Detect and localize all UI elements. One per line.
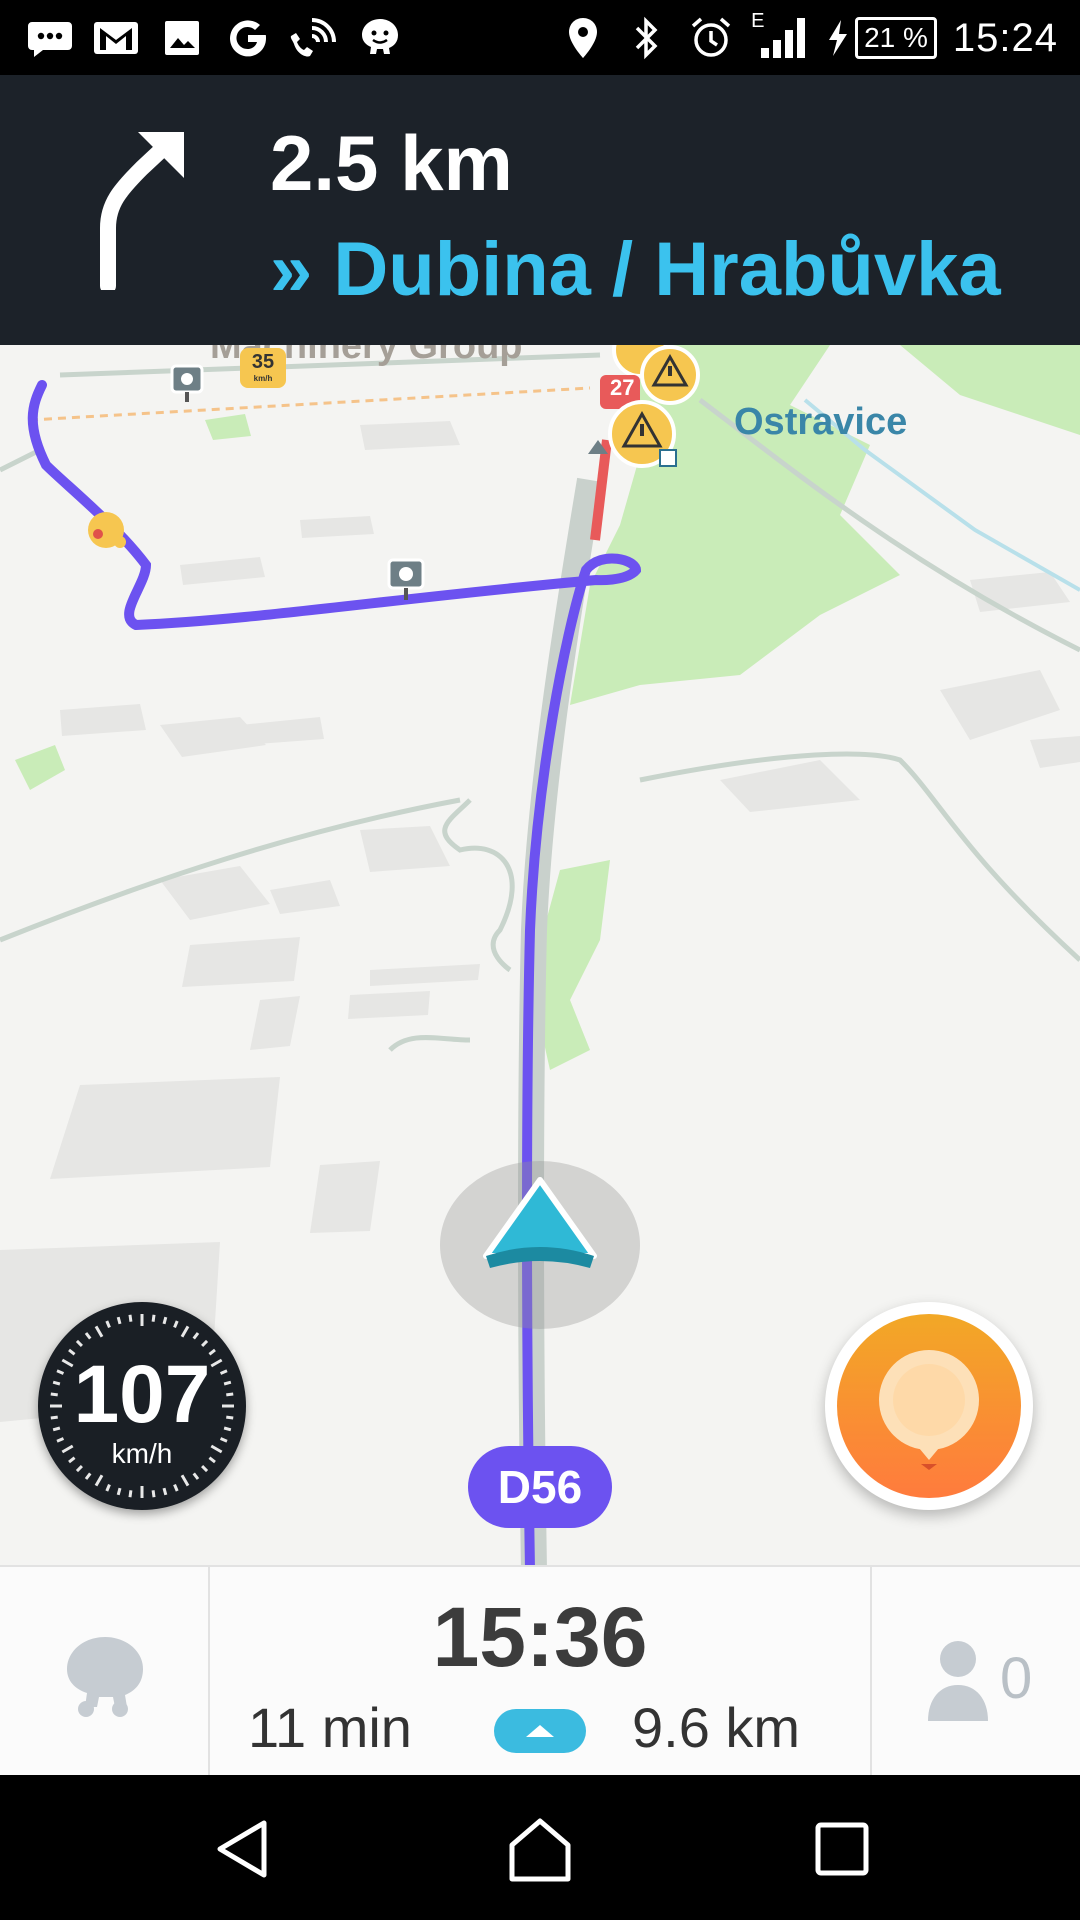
turn-right-icon [100, 110, 184, 290]
speed-unit: km/h [111, 1438, 173, 1469]
speedometer-tick [192, 1472, 200, 1480]
hazard-report-icon[interactable] [640, 345, 700, 405]
chevron-up-icon [526, 1725, 554, 1737]
speedometer[interactable]: 107 km/h [38, 1302, 246, 1510]
speedometer-tick [84, 1472, 92, 1480]
next-street-name: » Dubina / Hrabůvka [270, 227, 1001, 312]
speedometer-tick [94, 1325, 104, 1338]
speedometer-tick [116, 1487, 122, 1496]
speedometer-tick [84, 1332, 92, 1340]
battery-indicator: 21 % [825, 17, 937, 59]
back-icon[interactable] [210, 1817, 274, 1881]
speedometer-tick [173, 1483, 179, 1492]
waze-icon [356, 14, 404, 62]
alarm-icon [687, 14, 735, 62]
turn-distance: 2.5 km [270, 119, 513, 207]
road-name-badge: D56 [468, 1446, 612, 1528]
signal-icon: E [751, 10, 809, 62]
report-button-face [837, 1314, 1021, 1498]
speedometer-tick [75, 1339, 83, 1347]
status-clock: 15:24 [952, 15, 1058, 60]
speedometer-tick [105, 1483, 111, 1492]
google-icon [224, 14, 272, 62]
speedometer-tick [105, 1320, 111, 1329]
speed-limit-unit: km/h [253, 374, 273, 383]
place-label-ostravice: Ostravice [734, 401, 908, 443]
waze-menu-icon[interactable] [62, 1631, 148, 1721]
recent-apps-icon[interactable] [812, 1819, 872, 1879]
bluetooth-icon [623, 14, 671, 62]
messages-icon [26, 14, 74, 62]
trip-summary-bar[interactable]: 15:36 11 min 9.6 km 0 [0, 1565, 1080, 1777]
speedometer-tick [94, 1474, 104, 1487]
speedometer-tick [180, 1325, 190, 1338]
location-icon [559, 14, 607, 62]
status-bar: E 21 % 15:24 [0, 0, 1080, 75]
home-icon[interactable] [506, 1815, 574, 1883]
hazard-report-icon[interactable] [608, 400, 677, 468]
speedometer-tick [116, 1316, 122, 1325]
remaining-distance: 9.6 km [632, 1696, 801, 1759]
trip-duration: 11 min [248, 1696, 412, 1759]
charging-icon [829, 20, 848, 56]
traffic-speed-label: 27 [610, 375, 635, 400]
speedometer-tick [173, 1320, 179, 1329]
speedometer-tick [162, 1316, 168, 1325]
wifi-calling-icon [290, 14, 338, 62]
speedometer-tick [151, 1490, 156, 1498]
speed-limit-sign: 35 km/h [240, 348, 286, 388]
system-nav-bar [0, 1775, 1080, 1920]
speedometer-tick [162, 1487, 168, 1496]
right-divider [870, 1567, 872, 1777]
speed-limit-value: 35 [251, 351, 275, 373]
gallery-icon [158, 14, 206, 62]
speedometer-tick [128, 1314, 133, 1322]
speedometer-tick [128, 1490, 133, 1498]
speedometer-tick [192, 1332, 200, 1340]
network-type-label: E [751, 10, 765, 32]
speedometer-tick [201, 1339, 209, 1347]
current-speed: 107 [73, 1349, 211, 1440]
battery-level: 21 % [855, 17, 937, 59]
speedometer-tick [151, 1314, 156, 1322]
riders-count: 0 [1000, 1646, 1033, 1711]
speedometer-tick [180, 1474, 190, 1487]
report-pin-icon [879, 1350, 979, 1470]
arrival-time[interactable]: 15:36 [210, 1589, 870, 1686]
gmail-icon [92, 14, 140, 62]
person-icon[interactable] [922, 1633, 994, 1723]
report-button[interactable] [825, 1302, 1033, 1510]
route-details-toggle[interactable] [494, 1709, 586, 1753]
